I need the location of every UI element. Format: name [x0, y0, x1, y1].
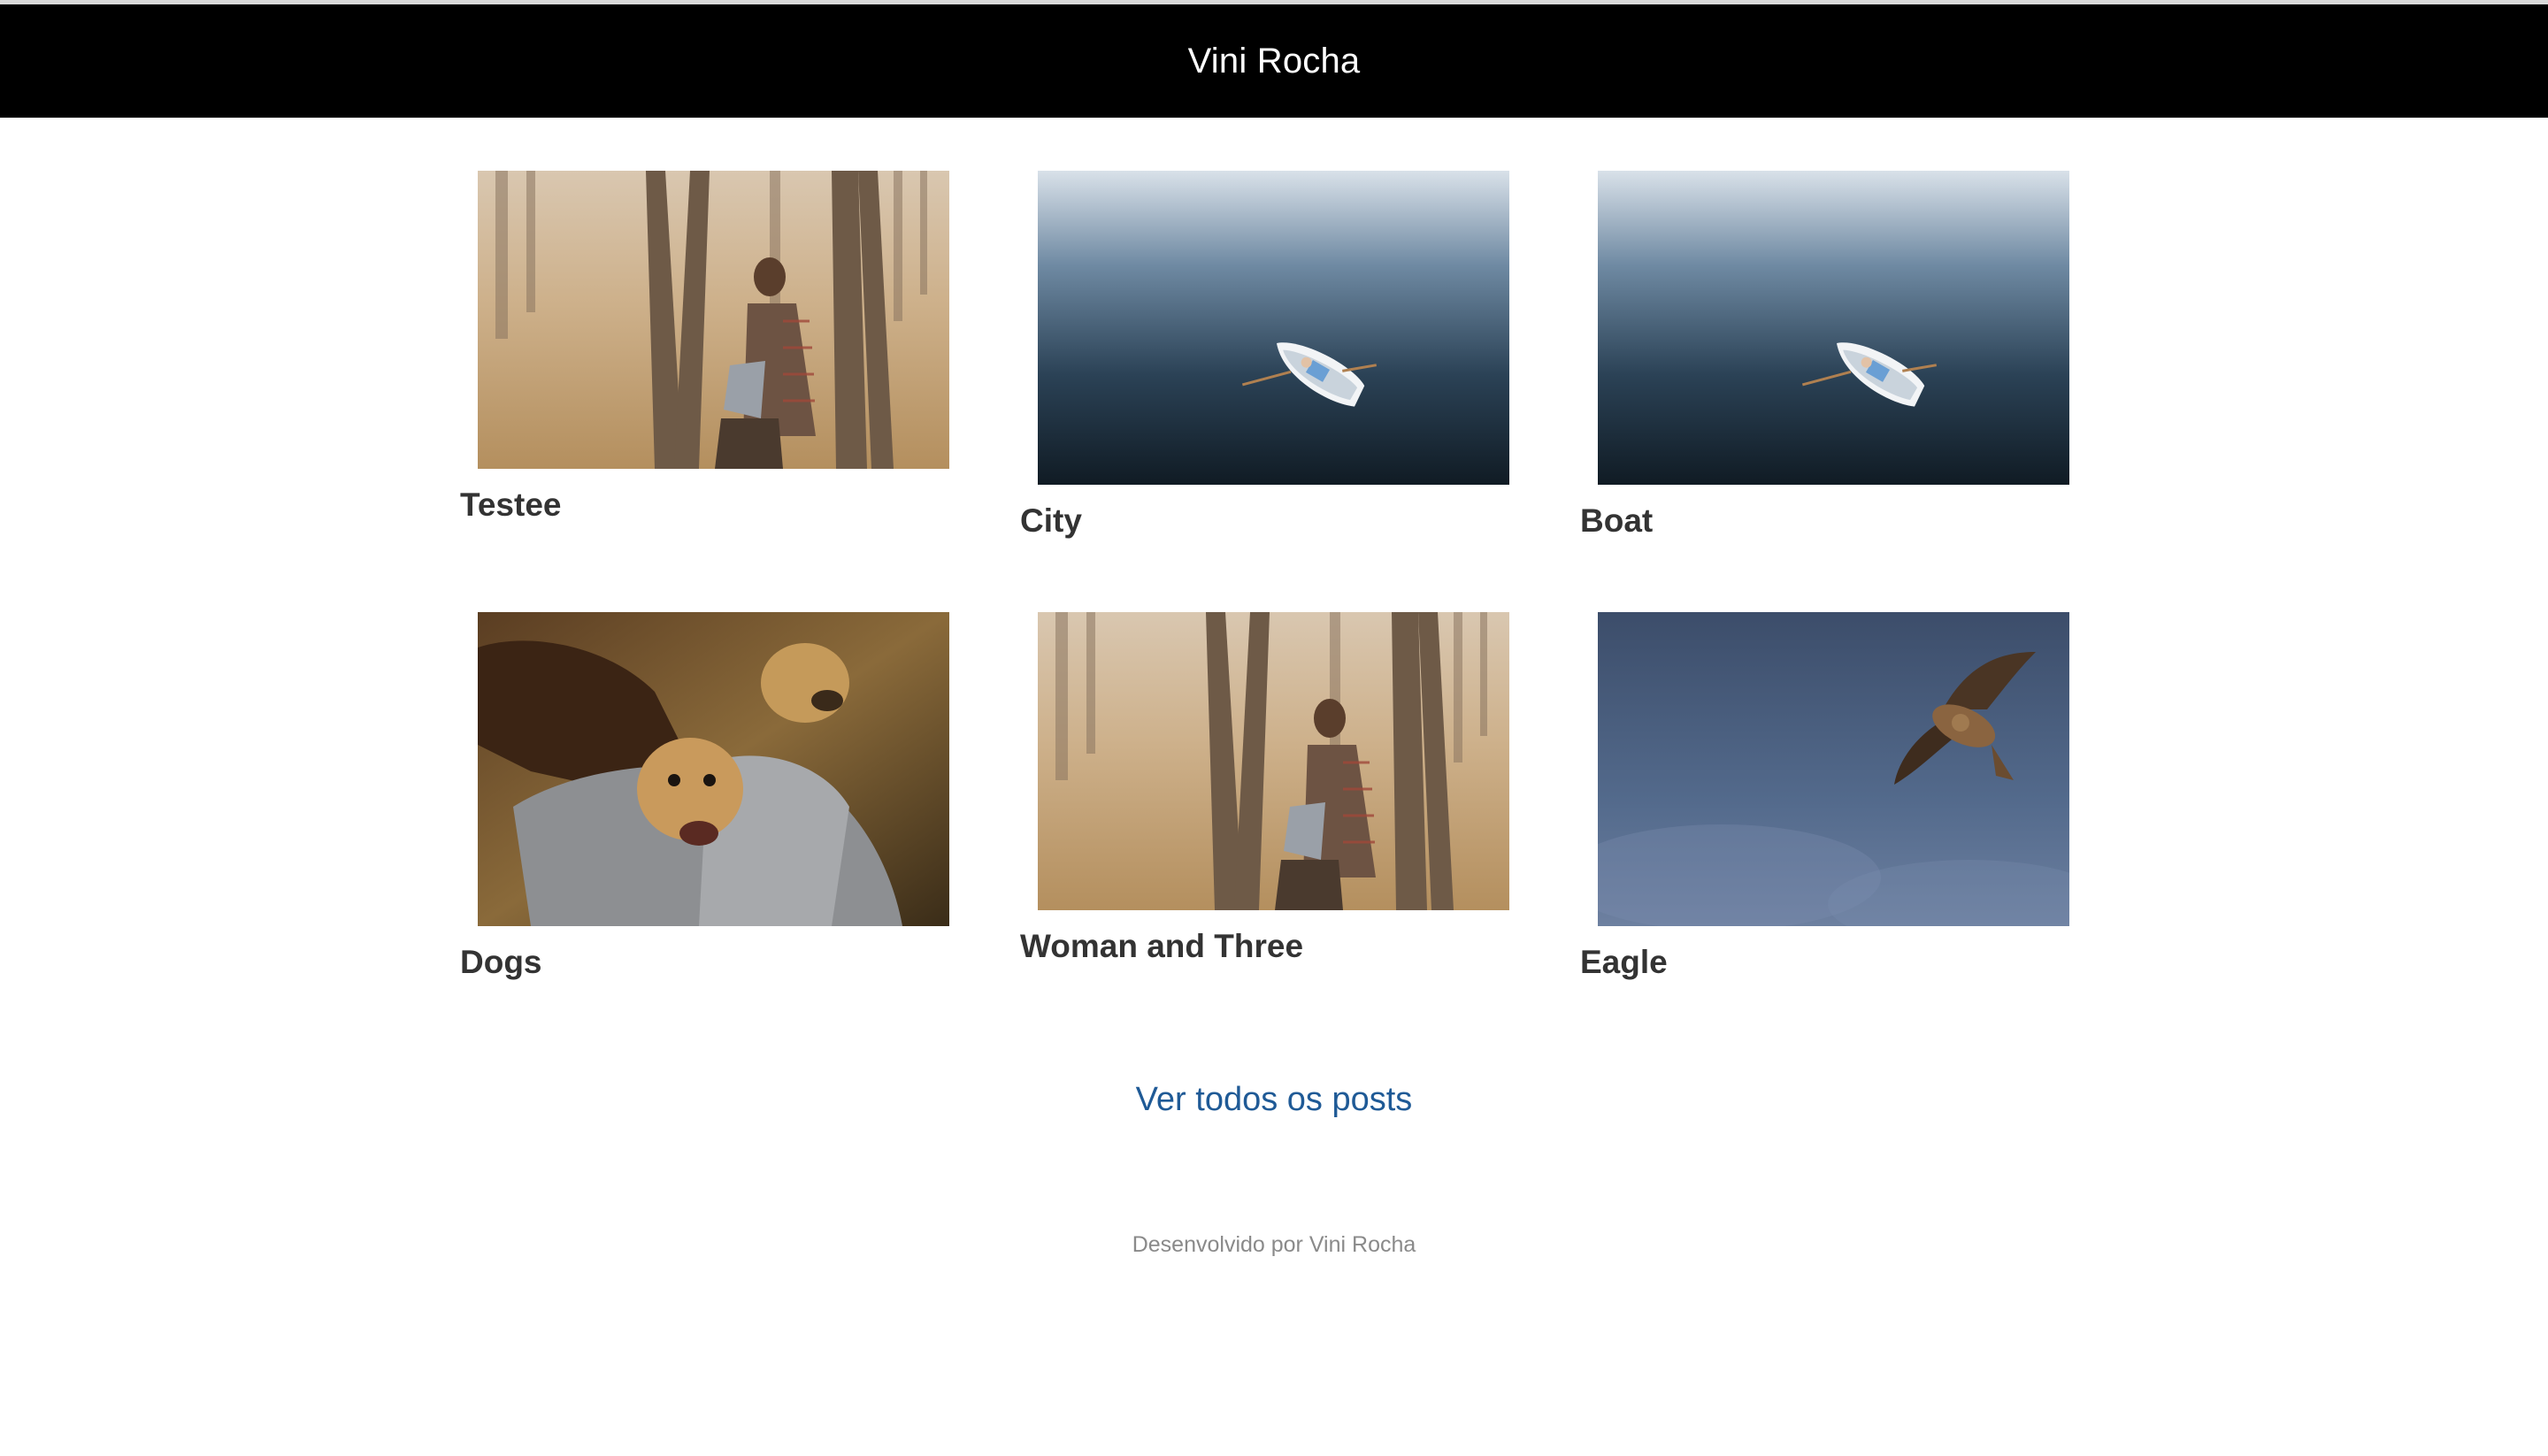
post-thumbnail[interactable] [1598, 612, 2069, 926]
post-title[interactable]: Woman and Three [1020, 928, 1303, 965]
post-title[interactable]: Boat [1580, 502, 1653, 540]
post-thumbnail[interactable] [1038, 171, 1509, 485]
post-title[interactable]: Dogs [460, 944, 542, 981]
post-title[interactable]: Eagle [1580, 944, 1668, 981]
post-card-testee[interactable]: Testee [460, 171, 949, 525]
post-thumbnail[interactable] [478, 171, 949, 469]
post-card-boat[interactable]: Boat [1580, 171, 2069, 542]
post-thumbnail[interactable] [1598, 171, 2069, 485]
site-header: Vini Rocha [0, 4, 2548, 118]
footer-credit: Desenvolvido por Vini Rocha [1132, 1232, 1416, 1257]
post-title[interactable]: Testee [460, 487, 562, 524]
post-card-city[interactable]: City [1020, 171, 1509, 542]
post-thumbnail[interactable] [478, 612, 949, 926]
site-title[interactable]: Vini Rocha [1188, 42, 1361, 81]
post-card-dogs[interactable]: Dogs [460, 612, 949, 984]
post-title[interactable]: City [1020, 502, 1082, 540]
post-card-eagle[interactable]: Eagle [1580, 612, 2069, 984]
post-thumbnail[interactable] [1038, 612, 1509, 910]
view-all-posts-link[interactable]: Ver todos os posts [0, 1081, 2548, 1119]
post-card-woman-and-three[interactable]: Woman and Three [1020, 612, 1509, 966]
